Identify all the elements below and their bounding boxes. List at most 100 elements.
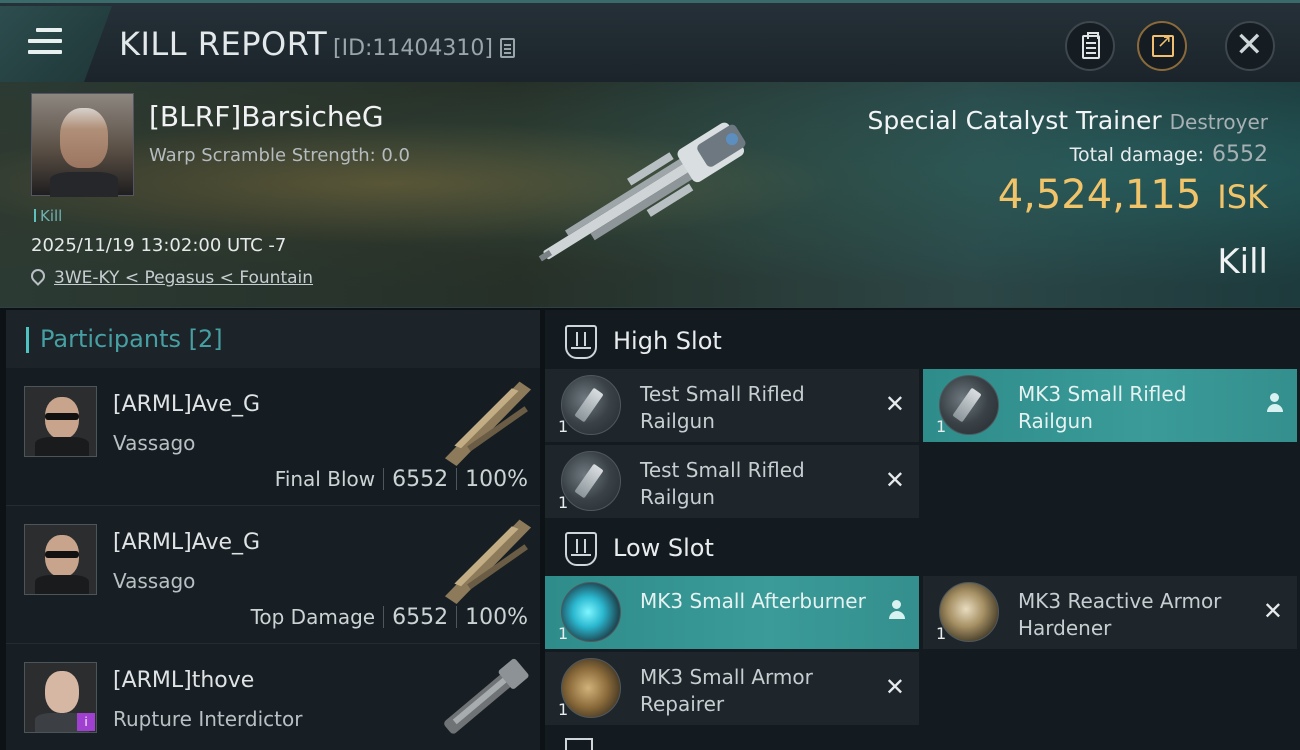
- participant-stats: Final Blow 6552 100%: [275, 467, 528, 492]
- participant-stats: Top Damage 6552 100%: [251, 605, 528, 630]
- fitting-panel: High Slot 1 Test Small Rifled Railgun ✕ …: [545, 310, 1300, 750]
- participants-panel: Participants [2] [ARML]Ave_G Vassago Fin…: [6, 310, 540, 750]
- participant-name: [ARML]Ave_G: [113, 530, 261, 555]
- participant-percent: 100%: [465, 605, 528, 630]
- victim-avatar[interactable]: [31, 93, 134, 197]
- participant-ship: Vassago: [113, 569, 196, 593]
- participant-ship: Vassago: [113, 431, 196, 455]
- clipboard-button[interactable]: [1065, 21, 1115, 71]
- module-name: MK3 Small Afterburner: [640, 589, 866, 613]
- participants-count: [2]: [188, 325, 223, 353]
- high-slot-title: High Slot: [613, 327, 722, 355]
- module-quantity: 1: [558, 700, 569, 719]
- top-bar: KILL REPORT [ID:11404310] ✕: [0, 0, 1300, 82]
- total-damage-value: 6552: [1212, 142, 1268, 167]
- report-id: [ID:11404310]: [333, 36, 493, 61]
- ship-class: Destroyer: [1169, 110, 1268, 134]
- slot-icon: [565, 738, 593, 750]
- participant-damage: 6552: [392, 605, 449, 630]
- page-title: KILL REPORT: [119, 25, 328, 63]
- participants-title: Participants [2]: [40, 325, 223, 353]
- slot-icon: [565, 325, 597, 359]
- total-damage-label: Total damage:: [1069, 144, 1204, 166]
- victim-banner: [BLRF]BarsicheG Warp Scramble Strength: …: [0, 82, 1300, 308]
- info-badge: i: [77, 713, 95, 731]
- participant-ship-image: [444, 381, 532, 467]
- copy-icon[interactable]: [500, 38, 515, 58]
- participant-ship-image: [444, 658, 529, 734]
- slot-icon: [565, 532, 597, 566]
- module-name: Test Small Rifled Railgun: [640, 382, 805, 433]
- location-link[interactable]: 3WE-KY < Pegasus < Fountain: [28, 266, 314, 288]
- victim-name[interactable]: [BLRF]BarsicheG: [149, 100, 384, 133]
- isk-amount: 4,524,115: [997, 172, 1202, 218]
- participant-row[interactable]: i [ARML]thove Rupture Interdictor: [6, 644, 540, 750]
- railgun-icon: [939, 375, 999, 435]
- participant-row[interactable]: [ARML]Ave_G Vassago Final Blow 6552 100%: [6, 368, 540, 506]
- participant-avatar[interactable]: [24, 524, 97, 595]
- header-accent-bar: [26, 327, 29, 353]
- share-button[interactable]: [1137, 21, 1187, 71]
- participant-role: Final Blow: [274, 467, 376, 491]
- participants-title-text: Participants: [40, 325, 181, 353]
- hamburger-menu-icon: [28, 28, 62, 61]
- module-name: MK3 Small Armor Repairer: [640, 665, 813, 716]
- destroyed-icon: ✕: [884, 466, 905, 494]
- victim-ship-image: [538, 122, 746, 262]
- participant-name: [ARML]Ave_G: [113, 392, 261, 417]
- participant-role: Top Damage: [250, 605, 376, 629]
- module-quantity: 1: [558, 493, 569, 512]
- close-icon: ✕: [1235, 25, 1264, 65]
- participant-damage: 6552: [392, 467, 449, 492]
- module-quantity: 1: [558, 417, 569, 436]
- location-text: 3WE-KY < Pegasus < Fountain: [54, 268, 314, 288]
- participant-avatar[interactable]: [24, 386, 97, 457]
- close-button[interactable]: ✕: [1225, 21, 1275, 71]
- ship-name-text: Special Catalyst Trainer: [867, 106, 1162, 135]
- participant-avatar[interactable]: i: [24, 662, 97, 733]
- participant-ship-image: [444, 519, 532, 605]
- module-name: MK3 Small Rifled Railgun: [1018, 382, 1187, 433]
- module-quantity: 1: [936, 417, 947, 436]
- afterburner-icon: [561, 582, 621, 642]
- railgun-icon: [561, 375, 621, 435]
- participant-percent: 100%: [465, 467, 528, 492]
- participant-row[interactable]: [ARML]Ave_G Vassago Top Damage 6552 100%: [6, 506, 540, 644]
- destroyed-icon: ✕: [884, 673, 905, 701]
- railgun-icon: [561, 451, 621, 511]
- warp-scramble-strength: Warp Scramble Strength: 0.0: [149, 145, 411, 166]
- isk-unit: ISK: [1217, 178, 1268, 216]
- module-name: Test Small Rifled Railgun: [640, 458, 805, 509]
- kill-tag: Kill: [34, 207, 62, 225]
- isk-value: 4,524,115 ISK: [998, 172, 1268, 218]
- module-name: MK3 Reactive Armor Hardener: [1018, 589, 1222, 640]
- menu-button[interactable]: [0, 6, 112, 82]
- clipboard-icon: [1082, 32, 1100, 59]
- participant-ship: Rupture Interdictor: [113, 707, 303, 731]
- module-item[interactable]: 1 Test Small Rifled Railgun ✕: [545, 369, 919, 442]
- result-label: Kill: [1217, 242, 1268, 282]
- module-quantity: 1: [936, 624, 947, 643]
- kill-datetime: 2025/11/19 13:02:00 UTC -7: [31, 235, 287, 256]
- armor-hardener-icon: [939, 582, 999, 642]
- share-icon: [1152, 31, 1174, 57]
- participant-name: [ARML]thove: [113, 668, 255, 693]
- armor-repairer-icon: [561, 658, 621, 718]
- location-pin-icon: [28, 266, 48, 286]
- module-quantity: 1: [558, 624, 569, 643]
- high-slot-header: High Slot: [545, 310, 1300, 372]
- module-item[interactable]: 1 MK3 Small Rifled Railgun: [923, 369, 1297, 442]
- module-item[interactable]: 1 Test Small Rifled Railgun ✕: [545, 445, 919, 518]
- module-item[interactable]: 1 MK3 Small Afterburner: [545, 576, 919, 649]
- low-slot-title: Low Slot: [613, 534, 714, 562]
- low-slot-header: Low Slot: [545, 517, 1300, 579]
- total-damage: Total damage: 6552: [1070, 142, 1268, 167]
- destroyed-icon: ✕: [884, 390, 905, 418]
- module-item[interactable]: 1 MK3 Small Armor Repairer ✕: [545, 652, 919, 725]
- participants-header: Participants [2]: [6, 310, 540, 368]
- user-icon: [1267, 393, 1283, 413]
- module-item[interactable]: 1 MK3 Reactive Armor Hardener ✕: [923, 576, 1297, 649]
- victim-ship-name[interactable]: Special Catalyst Trainer Destroyer: [868, 106, 1268, 135]
- user-icon: [889, 600, 905, 620]
- destroyed-icon: ✕: [1262, 597, 1283, 625]
